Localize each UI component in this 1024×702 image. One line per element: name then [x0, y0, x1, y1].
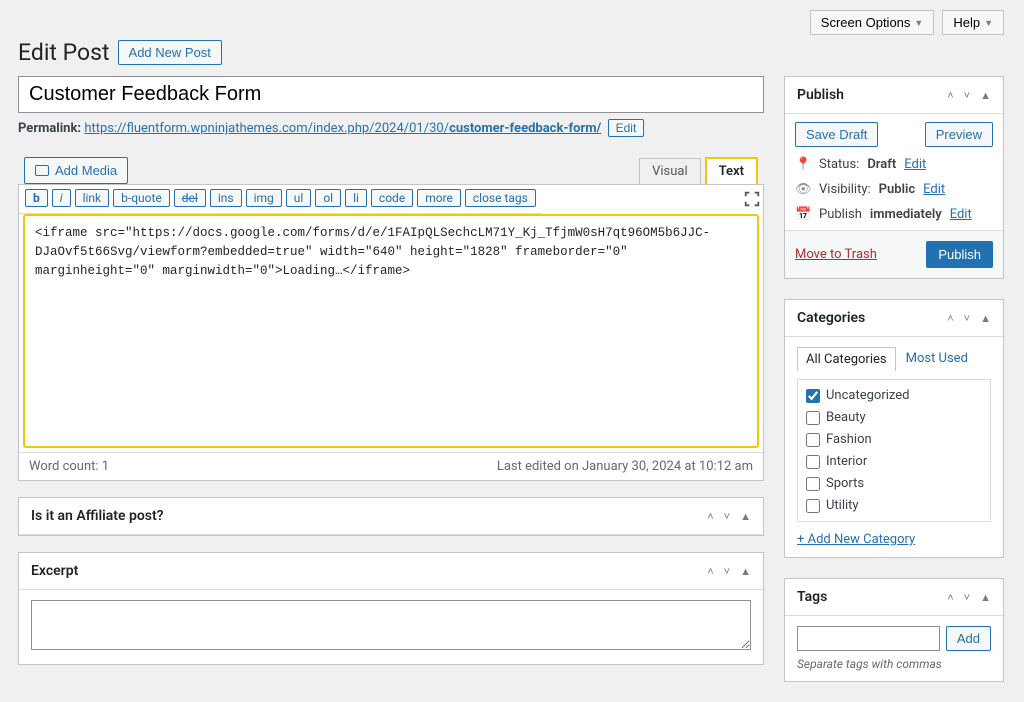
word-count: Word count: 1	[29, 459, 109, 474]
cat-tab-most[interactable]: Most Used	[906, 347, 968, 371]
calendar-icon: 📅	[795, 207, 811, 222]
media-icon	[35, 165, 49, 176]
cat-item-interior[interactable]: Interior	[806, 454, 982, 469]
publish-title: Publish	[797, 87, 844, 103]
status-edit-link[interactable]: Edit	[904, 157, 926, 172]
tags-title: Tags	[797, 589, 827, 605]
cat-item-uncategorized[interactable]: Uncategorized	[806, 388, 982, 403]
move-to-trash-link[interactable]: Move to Trash	[795, 247, 877, 262]
excerpt-textarea[interactable]	[31, 600, 751, 650]
tag-hint: Separate tags with commas	[797, 657, 991, 671]
chevron-down-icon[interactable]: ˅	[964, 591, 970, 604]
add-new-post-button[interactable]: Add New Post	[118, 40, 222, 65]
qt-ins[interactable]: ins	[210, 189, 242, 207]
chevron-up-icon[interactable]: ˄	[707, 565, 713, 578]
dropdown-icon: ▼	[914, 18, 923, 28]
qt-ol[interactable]: ol	[315, 189, 341, 207]
cat-item-utility[interactable]: Utility	[806, 498, 982, 513]
qt-bquote[interactable]: b-quote	[113, 189, 170, 207]
post-title-input[interactable]	[18, 76, 764, 113]
permalink-label: Permalink:	[18, 121, 81, 136]
cat-item-fashion[interactable]: Fashion	[806, 432, 982, 447]
qt-italic[interactable]: i	[52, 189, 71, 207]
add-category-link[interactable]: + Add New Category	[797, 532, 915, 547]
chevron-down-icon[interactable]: ˅	[724, 565, 730, 578]
schedule-edit-link[interactable]: Edit	[950, 207, 972, 222]
add-media-button[interactable]: Add Media	[24, 157, 128, 184]
visibility-edit-link[interactable]: Edit	[923, 182, 945, 197]
cat-item-sports[interactable]: Sports	[806, 476, 982, 491]
excerpt-title: Excerpt	[31, 563, 78, 579]
tab-text[interactable]: Text	[705, 157, 758, 184]
fullscreen-icon[interactable]	[743, 190, 763, 210]
toggle-icon[interactable]: ▲	[980, 312, 991, 325]
permalink-row: Permalink: https://fluentform.wpninjathe…	[18, 119, 764, 137]
cat-item-beauty[interactable]: Beauty	[806, 410, 982, 425]
qt-img[interactable]: img	[246, 189, 282, 207]
screen-options-label: Screen Options	[821, 15, 911, 30]
chevron-up-icon[interactable]: ˄	[947, 312, 953, 325]
cat-tab-all[interactable]: All Categories	[797, 347, 896, 371]
page-title: Edit Post	[18, 39, 110, 66]
add-tag-button[interactable]: Add	[946, 626, 991, 651]
qt-code[interactable]: code	[371, 189, 413, 207]
permalink-link[interactable]: https://fluentform.wpninjathemes.com/ind…	[84, 121, 601, 136]
pin-icon: 📍	[795, 157, 811, 172]
affiliate-title: Is it an Affiliate post?	[31, 508, 164, 524]
last-edited: Last edited on January 30, 2024 at 10:12…	[497, 459, 753, 474]
permalink-edit-button[interactable]: Edit	[608, 119, 645, 137]
tab-visual[interactable]: Visual	[639, 158, 701, 184]
qt-closetags[interactable]: close tags	[465, 189, 536, 207]
toggle-icon[interactable]: ▲	[740, 510, 751, 523]
qt-link[interactable]: link	[75, 189, 110, 207]
preview-button[interactable]: Preview	[925, 122, 993, 147]
chevron-up-icon[interactable]: ˄	[947, 591, 953, 604]
content-textarea[interactable]	[25, 216, 757, 442]
quicktags-toolbar: b i link b-quote del ins img ul ol li co…	[19, 185, 542, 214]
chevron-down-icon[interactable]: ˅	[964, 312, 970, 325]
category-list: Uncategorized Beauty Fashion Interior Sp…	[797, 379, 991, 522]
qt-del[interactable]: del	[174, 189, 206, 207]
chevron-up-icon[interactable]: ˄	[947, 89, 953, 102]
toggle-icon[interactable]: ▲	[740, 565, 751, 578]
chevron-down-icon[interactable]: ˅	[724, 510, 730, 523]
categories-title: Categories	[797, 310, 865, 326]
screen-options-button[interactable]: Screen Options ▼	[810, 10, 935, 35]
dropdown-icon: ▼	[984, 18, 993, 28]
qt-ul[interactable]: ul	[286, 189, 312, 207]
qt-more[interactable]: more	[417, 189, 461, 207]
chevron-down-icon[interactable]: ˅	[964, 89, 970, 102]
qt-bold[interactable]: b	[25, 189, 48, 207]
publish-button[interactable]: Publish	[926, 241, 993, 268]
tag-input[interactable]	[797, 626, 940, 651]
save-draft-button[interactable]: Save Draft	[795, 122, 878, 147]
eye-icon: 👁	[795, 182, 811, 197]
toggle-icon[interactable]: ▲	[980, 591, 991, 604]
help-label: Help	[953, 15, 980, 30]
toggle-icon[interactable]: ▲	[980, 89, 991, 102]
qt-li[interactable]: li	[345, 189, 367, 207]
help-button[interactable]: Help ▼	[942, 10, 1004, 35]
chevron-up-icon[interactable]: ˄	[707, 510, 713, 523]
